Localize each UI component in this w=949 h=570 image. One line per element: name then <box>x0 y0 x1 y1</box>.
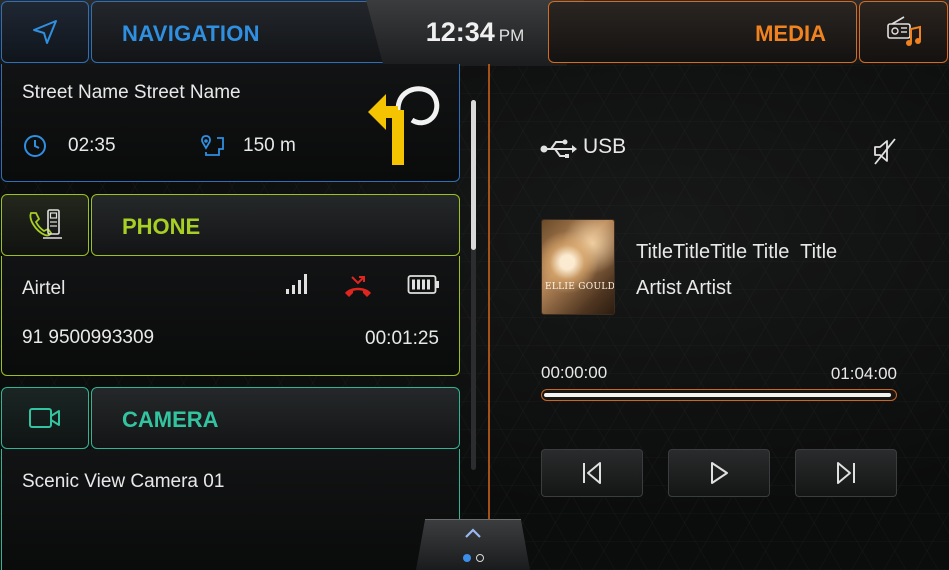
camera-card[interactable]: Scenic View Camera 01 <box>1 449 460 570</box>
media-header[interactable]: MEDIA <box>548 1 857 63</box>
camera-title: CAMERA <box>122 407 219 432</box>
clock-ampm: PM <box>498 25 525 45</box>
next-track-button[interactable] <box>795 449 897 497</box>
navigation-title: NAVIGATION <box>122 21 260 46</box>
radio-music-icon <box>886 16 921 46</box>
media-icon-button[interactable] <box>859 1 948 63</box>
phone-card[interactable]: Airtel 91 9500993309 00:01:25 <box>1 256 460 376</box>
call-duration: 00:01:25 <box>365 328 439 349</box>
album-art: ELLIE GOULDING <box>541 219 615 315</box>
previous-track-button[interactable] <box>541 449 643 497</box>
chevron-up-icon <box>465 528 481 538</box>
page-indicator-active <box>463 554 471 562</box>
camera-icon-button[interactable] <box>1 387 89 449</box>
progress-fill <box>544 393 891 397</box>
current-time: 00:00:00 <box>541 363 608 382</box>
track-title: TitleTitleTitle Title Title <box>636 241 838 263</box>
battery-icon <box>407 275 439 294</box>
usb-icon <box>540 139 577 158</box>
phone-header[interactable]: PHONE <box>91 194 460 256</box>
clock-time: 12:34 <box>425 16 495 47</box>
playback-progress-bar[interactable] <box>541 389 897 401</box>
signal-strength-icon <box>286 274 307 294</box>
skip-next-icon <box>837 462 855 484</box>
clock-icon <box>24 135 46 157</box>
navigation-card[interactable]: Street Name Street Name 02:35 150 m <box>1 64 460 182</box>
distance: 150 m <box>243 135 296 156</box>
phone-dialpad-icon <box>29 209 62 239</box>
media-source-label: USB <box>583 135 627 158</box>
phone-number: 91 9500993309 <box>22 327 155 348</box>
navigation-icon-button[interactable] <box>1 1 89 63</box>
mute-icon[interactable] <box>870 136 900 166</box>
skip-previous-icon <box>583 462 601 484</box>
media-title: MEDIA <box>755 21 826 46</box>
total-time: 01:04:00 <box>830 364 897 383</box>
phone-icon-button[interactable] <box>1 194 89 256</box>
route-distance-icon <box>201 135 224 156</box>
left-panel-scrollbar[interactable] <box>471 100 476 470</box>
end-call-icon[interactable] <box>342 274 374 300</box>
app-drawer-tab[interactable] <box>416 519 530 570</box>
video-camera-icon <box>29 408 60 428</box>
street-name: Street Name Street Name <box>22 82 241 103</box>
play-icon <box>711 462 728 484</box>
album-art-text: ELLIE GOULDING <box>545 282 615 292</box>
panel-divider <box>488 64 490 570</box>
phone-title: PHONE <box>122 214 201 239</box>
navigation-header[interactable]: NAVIGATION <box>91 1 400 63</box>
scrollbar-thumb[interactable] <box>471 100 476 250</box>
page-indicator-inactive <box>476 554 484 562</box>
camera-name: Scenic View Camera 01 <box>22 471 225 492</box>
play-button[interactable] <box>668 449 770 497</box>
navigation-arrow-icon <box>33 20 57 44</box>
eta-time: 02:35 <box>68 135 116 156</box>
camera-header[interactable]: CAMERA <box>91 387 460 449</box>
carrier-name: Airtel <box>22 278 66 299</box>
u-turn-left-icon <box>368 86 440 165</box>
track-artist: Artist Artist <box>636 277 732 299</box>
